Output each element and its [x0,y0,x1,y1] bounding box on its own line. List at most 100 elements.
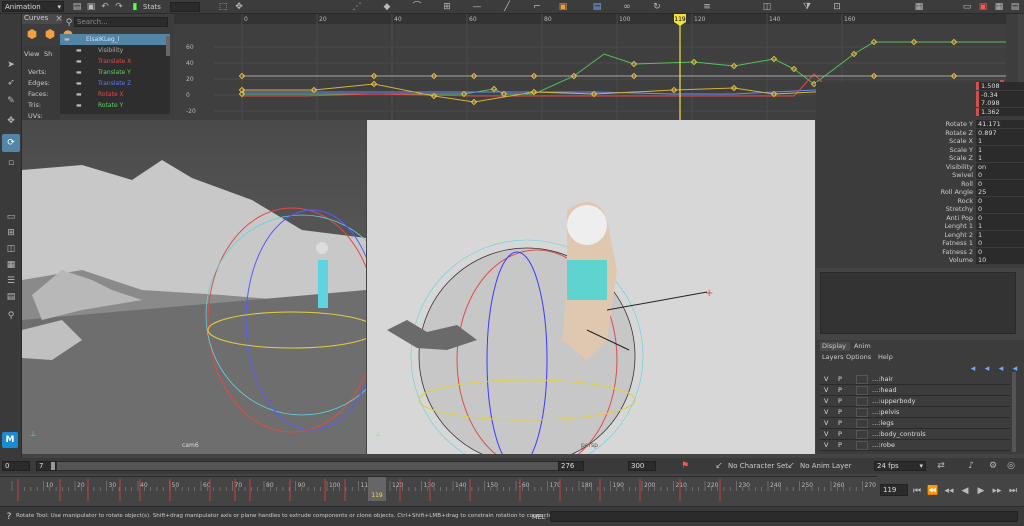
select-tool-icon[interactable]: ➤ [4,58,18,72]
search-tool-icon[interactable]: ⚲ [4,309,18,323]
layer-color-swatch[interactable] [856,440,868,450]
cycle-icon[interactable]: ↻ [650,0,664,14]
play-forward-icon[interactable]: ▶ [974,484,988,498]
layer-visibility-toggle[interactable]: V [820,430,832,438]
timeline[interactable]: 10 20 30 40 50 60 70 80 90 100 110 120 130 140 150 160 1… [0,476,878,504]
view-tab[interactable]: View [24,50,39,58]
display-layer-row[interactable]: V P ...:head [820,385,1010,396]
select-icon[interactable]: ⬚ [216,0,230,14]
layer-menu-layers[interactable]: Layers [822,353,844,361]
undo-icon[interactable]: ↶ [98,0,112,14]
channel-attribute-value[interactable]: 10 [976,256,1024,265]
layout-graph-icon[interactable]: ▦ [4,258,18,272]
layout-two-icon[interactable]: ◫ [4,242,18,256]
channel-attribute-value[interactable]: 1 [976,145,1024,154]
channel-attribute-row[interactable]: Visibility on [816,162,1024,172]
channel-attribute-row[interactable]: Swivel 0 [816,171,1024,180]
step-back-frame-icon[interactable]: ◂◂ [942,484,956,498]
channel-top-row[interactable]: 1.362 [816,107,1024,117]
viewport-left[interactable]: cam6 ⊥ [22,120,366,454]
mel-command-input[interactable] [550,511,1018,522]
channel-attribute-value[interactable]: 1 [976,137,1024,146]
mash-icon[interactable]: M [2,432,18,448]
channel-attribute-row[interactable]: Rotate Y 41.171 [816,120,1024,129]
stats-field[interactable] [170,2,200,12]
channel-attribute-row[interactable]: Volume 10 [816,256,1024,265]
channel-attribute-value[interactable]: 0 [976,247,1024,256]
outliner-search-input[interactable]: Search... [74,17,168,27]
layer-visibility-toggle[interactable]: V [820,397,832,405]
channel-attribute-row[interactable]: Stretchy 0 [816,205,1024,214]
range-slider-handle-left[interactable] [51,462,55,470]
move-icon[interactable]: ✥ [232,0,246,14]
channel-attribute-value[interactable]: 0.897 [976,128,1024,137]
current-frame-field[interactable]: 119 [880,484,908,496]
channel-attribute-value[interactable]: 0 [976,179,1024,188]
normalize-icon[interactable]: ▤ [590,0,604,14]
timeline-svg[interactable]: 10 20 30 40 50 60 70 80 90 100 110 120 130 140 150 160 1… [0,477,878,505]
layer-visibility-toggle[interactable]: V [820,441,832,449]
layout-four-icon[interactable]: ⊞ [4,226,18,240]
window-icon[interactable]: ▣ [976,0,990,14]
layer-visibility-toggle[interactable]: V [820,408,832,416]
step-icon[interactable]: ⌐ [530,0,544,14]
save-icon[interactable]: ▣ [84,0,98,14]
channel-attribute-value[interactable]: 0 [976,239,1024,248]
fps-selector[interactable]: 24 fps ▾ [874,461,926,471]
linear-icon[interactable]: ╱ [500,0,514,14]
shading-tab[interactable]: Sh [44,50,52,58]
channel-attribute-row[interactable]: Roll 0 [816,179,1024,189]
channel-attribute-row[interactable]: Rotate Z 0.897 [816,128,1024,138]
layer-color-swatch[interactable] [856,396,868,406]
layer-playback-toggle[interactable]: P [832,397,856,405]
layer-visibility-toggle[interactable]: V [820,386,832,394]
range-slider-track[interactable] [51,461,575,471]
auto-key-icon[interactable]: ⚑ [678,459,692,473]
stack-icon[interactable]: ≡ [700,0,714,14]
rotate-tool-icon[interactable]: ⟳ [2,134,20,152]
lasso-tool-icon[interactable]: ➶ [4,76,18,90]
channel-attribute-value[interactable]: 1 [976,222,1024,231]
help-icon[interactable]: ◎ [1004,459,1018,473]
anim-start-field[interactable]: 0 [2,461,30,471]
channel-attribute-value[interactable]: 25 [976,188,1024,197]
layer-tab-display[interactable]: Display [820,342,850,351]
snap-icon[interactable]: ▮ [128,0,142,14]
anim-layer-icon[interactable]: ↙ [784,459,798,473]
channel-attribute-row[interactable]: Fatness 20 [816,247,1024,257]
channel-attribute-row[interactable]: Lenght 21 [816,230,1024,240]
channel-top-row[interactable]: 7.098 [816,99,1024,108]
layout-single-icon[interactable]: ▭ [4,210,18,224]
layer-playback-toggle[interactable]: P [832,408,856,416]
layer-playback-toggle[interactable]: P [832,386,856,394]
channel-attribute-value[interactable]: 1 [976,154,1024,163]
channel-top-value[interactable]: 1.362 [976,107,1024,116]
layer-color-swatch[interactable] [856,407,868,417]
outliner-channel-item[interactable]: ▬ Translate X [60,56,170,67]
layer-visibility-toggle[interactable]: V [820,419,832,427]
channel-top-value[interactable]: 1.508 [976,82,1024,91]
character-set-label[interactable]: No Character Set [728,462,788,470]
outliner-channel-item[interactable]: ▬ Rotate X [60,89,170,100]
display-layer-row[interactable]: V P ...:robe [820,440,1010,451]
channel-attribute-value[interactable]: 1 [976,230,1024,239]
layer-color-swatch[interactable] [856,418,868,428]
mel-label[interactable]: MEL [532,513,545,521]
layer-color-swatch[interactable] [856,374,868,384]
snap-key-icon[interactable]: ⊡ [830,0,844,14]
channel-attribute-row[interactable]: Scale Z1 [816,154,1024,163]
outliner-channel-item[interactable]: ▬ ElsaIKLeg_l [60,34,170,45]
outliner-channel-item[interactable]: ▬ Translate Y [60,67,170,78]
channel-attribute-row[interactable]: Rock 0 [816,196,1024,206]
layer-color-swatch[interactable] [856,385,868,395]
viewport-right[interactable]: + persp ⊥ [367,120,815,454]
layer-menu-options[interactable]: Options [846,353,871,361]
channel-top-row[interactable]: -0.34 [816,90,1024,100]
lattice-icon[interactable]: ⊞ [440,0,454,14]
channel-attribute-value[interactable]: 0 [976,205,1024,214]
layer-playback-toggle[interactable]: P [832,430,856,438]
filter-icon[interactable]: ⧩ [800,0,814,14]
layer-menu-help[interactable]: Help [878,353,893,361]
go-to-start-icon[interactable]: ⏮ [910,484,924,498]
folder-icon[interactable]: ▤ [70,0,84,14]
